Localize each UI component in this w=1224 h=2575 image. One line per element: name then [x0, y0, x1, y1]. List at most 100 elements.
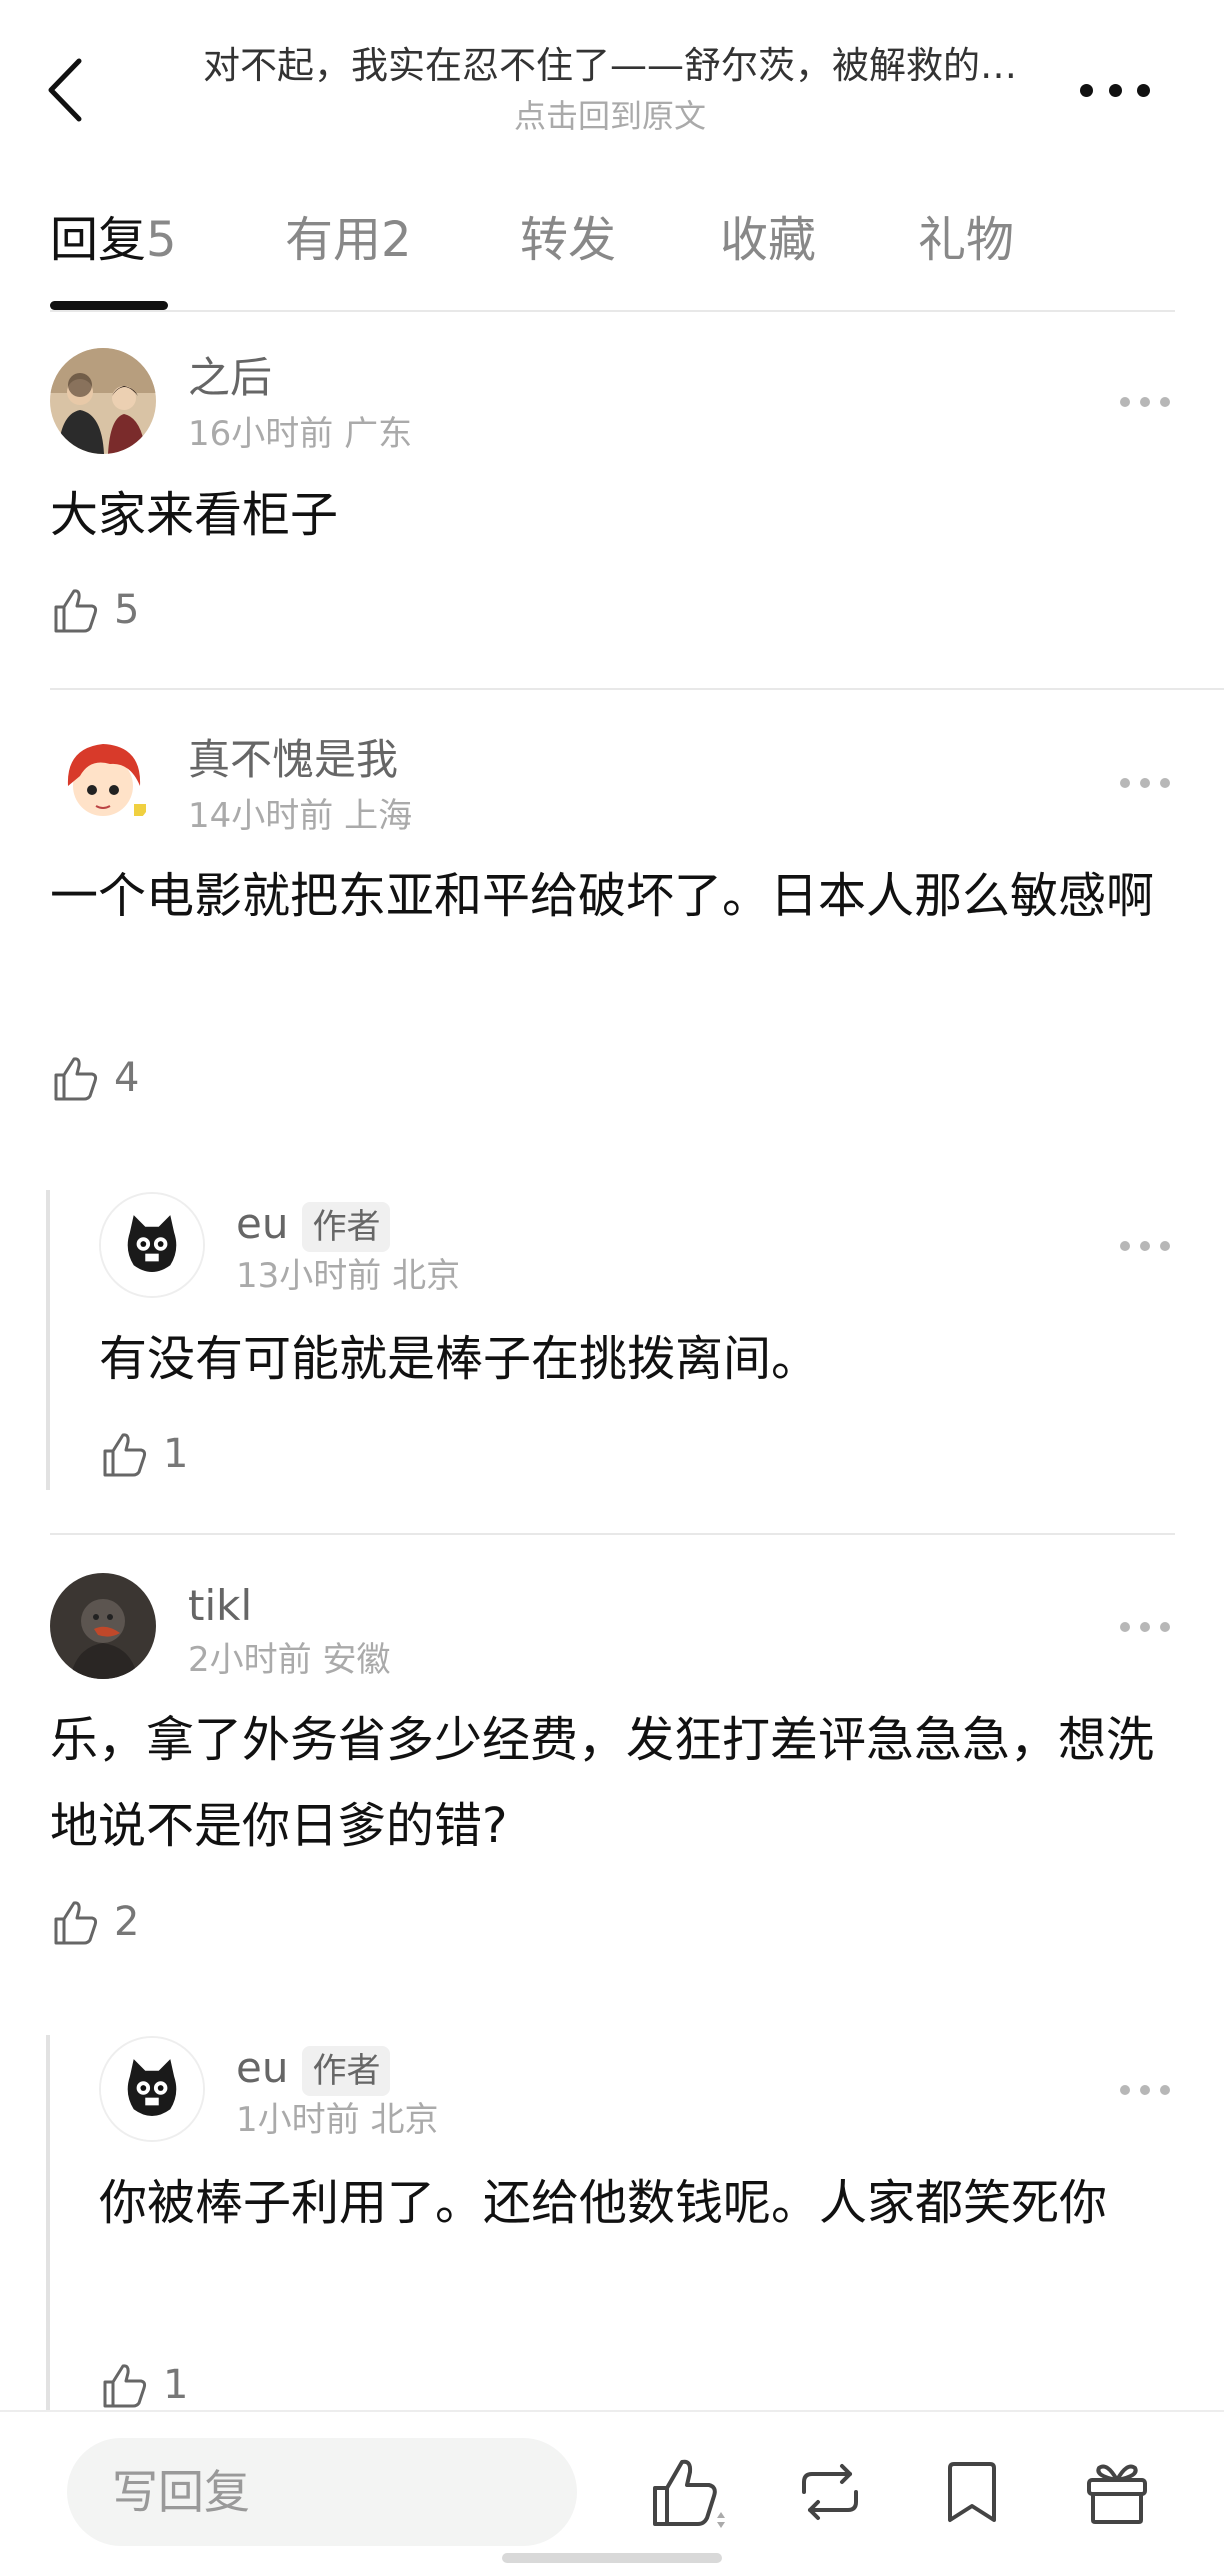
like-button[interactable]: 2 [50, 1892, 139, 1952]
avatar-photo-icon [50, 348, 156, 454]
more-horizontal-icon [1080, 83, 1093, 97]
comment-time: 16小时前 [188, 414, 334, 454]
reply-more-button[interactable] [1120, 2082, 1170, 2098]
thumbs-up-icon [54, 589, 98, 633]
chevron-left-icon [48, 58, 82, 122]
tab-label: 礼物 [918, 212, 1015, 268]
like-button[interactable]: 1 [99, 1424, 188, 1484]
dot [1140, 2085, 1150, 2095]
comment-text: 一个电影就把东亚和平给破坏了。日本人那么敏感啊 [50, 868, 1155, 924]
avatar[interactable] [50, 348, 156, 454]
reply-location: 北京 [370, 2100, 439, 2140]
page-title: 对不起，我实在忍不住了——舒尔茨，被解救的… [203, 44, 1017, 87]
comment-meta: 16小时前 广东 [188, 412, 412, 456]
comment-text: 乐，拿了外务省多少经费，发狂打差评急急急，想洗地说不是你日爹的错? [50, 1712, 1155, 1854]
tab-label: 收藏 [720, 212, 817, 268]
comment-more-button[interactable] [1120, 775, 1170, 791]
avatar[interactable] [50, 728, 156, 834]
bookmark-button[interactable] [932, 2452, 1012, 2532]
avatar[interactable] [99, 1192, 205, 1298]
bottom-action-bar: 写回复 [0, 2410, 1224, 2575]
dot [1160, 1241, 1170, 1251]
avatar-cat-icon [101, 2038, 203, 2140]
avatar-dark-icon [50, 1573, 156, 1679]
repost-icon [802, 2464, 858, 2520]
author-badge: 作者 [302, 1201, 391, 1252]
more-horizontal-icon [1120, 1622, 1130, 1632]
dot [1140, 1622, 1150, 1632]
comment-more-button[interactable] [1120, 1619, 1170, 1635]
reply-text: 你被棒子利用了。还给他数钱呢。人家都笑死你 [99, 2175, 1108, 2231]
thumbs-up-icon [103, 1433, 147, 1477]
reply-author-name: eu [236, 2043, 289, 2092]
dot [1137, 83, 1150, 97]
back-to-article-link[interactable]: 点击回到原文 [150, 94, 1070, 138]
like-count: 2 [114, 1899, 140, 1945]
reply-time: 13小时前 [236, 1256, 382, 1296]
comment-location: 安徽 [322, 1640, 391, 1680]
dot [1140, 1241, 1150, 1251]
avatar[interactable] [99, 2036, 205, 2142]
reply-more-button[interactable] [1120, 1238, 1170, 1254]
reply-input[interactable]: 写回复 [67, 2438, 577, 2546]
reply-author-name: eu [236, 1199, 289, 1248]
comment-location: 广东 [344, 414, 413, 454]
repost-button[interactable] [790, 2452, 870, 2532]
bookmark-icon [948, 2462, 996, 2522]
comment-more-button[interactable] [1120, 394, 1170, 410]
tab-gifts[interactable]: 礼物 [918, 200, 1014, 280]
tab-favorites[interactable]: 收藏 [720, 200, 816, 280]
dot [1160, 1622, 1170, 1632]
comment-time: 14小时前 [188, 796, 334, 836]
comment-author[interactable]: tikl [188, 1578, 252, 1634]
author-badge: 作者 [302, 2045, 391, 2096]
like-count: 4 [114, 1055, 140, 1101]
thumbs-up-icon [653, 2459, 725, 2528]
tab-count: 5 [146, 212, 177, 268]
dot [1160, 778, 1170, 788]
like-button[interactable]: 1 [99, 2355, 188, 2415]
more-button[interactable] [1080, 70, 1150, 110]
thumbs-up-icon [54, 1057, 98, 1101]
reply-author[interactable]: eu 作者 [236, 1196, 391, 1252]
more-horizontal-icon [1120, 397, 1130, 407]
gift-button[interactable] [1077, 2452, 1157, 2532]
like-count: 1 [163, 1431, 189, 1477]
like-post-button[interactable] [645, 2452, 725, 2532]
reply-text: 有没有可能就是棒子在挑拨离间。 [99, 1331, 820, 1387]
tab-count: 2 [381, 212, 412, 268]
reply-location: 北京 [392, 1256, 461, 1296]
like-count: 5 [114, 587, 140, 633]
comment-location: 上海 [344, 796, 413, 836]
more-horizontal-icon [1120, 778, 1130, 788]
reply-meta: 1小时前 北京 [236, 2098, 438, 2142]
gift-icon [1087, 2464, 1147, 2524]
more-horizontal-icon [1120, 2085, 1130, 2095]
reply-meta: 13小时前 北京 [236, 1254, 460, 1298]
comment-meta: 14小时前 上海 [188, 794, 412, 838]
avatar-cartoon-icon [50, 728, 156, 834]
article-link[interactable]: 对不起，我实在忍不住了——舒尔茨，被解救的… 点击回到原文 [150, 38, 1070, 138]
reply-author[interactable]: eu 作者 [236, 2040, 391, 2096]
reply-indicator-bar [46, 2035, 50, 2410]
comment-time: 2小时前 [188, 1640, 312, 1680]
comment-text: 大家来看柜子 [50, 487, 339, 543]
tab-bar: 回复5 有用2 转发 收藏 礼物 [50, 200, 1175, 310]
tab-replies[interactable]: 回复5 [50, 200, 177, 280]
reply-input-placeholder: 写回复 [112, 2465, 250, 2519]
tab-repost[interactable]: 转发 [520, 200, 616, 280]
like-button[interactable]: 5 [50, 580, 139, 640]
dot [1140, 397, 1150, 407]
back-button[interactable] [40, 50, 90, 130]
like-button[interactable]: 4 [50, 1048, 139, 1108]
reply-time: 1小时前 [236, 2100, 360, 2140]
thumbs-up-icon [54, 1901, 98, 1945]
tab-useful[interactable]: 有用2 [285, 200, 412, 280]
divider [50, 688, 1224, 690]
comment-meta: 2小时前 安徽 [188, 1638, 390, 1682]
avatar[interactable] [50, 1573, 156, 1679]
divider [50, 1533, 1175, 1535]
comment-author[interactable]: 真不愧是我 [188, 732, 398, 788]
tab-label: 回复 [50, 212, 147, 268]
comment-author[interactable]: 之后 [188, 350, 272, 406]
